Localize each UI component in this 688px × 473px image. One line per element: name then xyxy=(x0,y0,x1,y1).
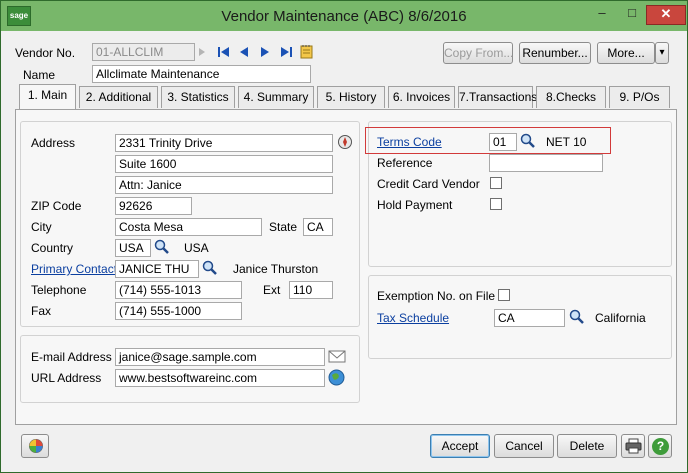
tab-invoices[interactable]: 6. Invoices xyxy=(388,86,455,108)
telephone-field[interactable]: (714) 555-1013 xyxy=(115,281,242,299)
primary-contact-link[interactable]: Primary Contact xyxy=(31,262,117,276)
map-compass-icon[interactable] xyxy=(337,134,353,150)
zip-code-field[interactable]: 92626 xyxy=(115,197,192,215)
main-tab-panel: Address 2331 Trinity Drive Suite 1600 At… xyxy=(15,109,677,425)
vendor-maintenance-window: sage Vendor Maintenance (ABC) 8/6/2016 –… xyxy=(0,0,688,473)
notes-icon[interactable] xyxy=(300,44,313,59)
contact-description: Janice Thurston xyxy=(233,262,319,276)
title-bar: sage Vendor Maintenance (ABC) 8/6/2016 –… xyxy=(1,1,687,31)
maximize-button[interactable]: □ xyxy=(619,5,645,23)
tab-pos[interactable]: 9. P/Os xyxy=(609,86,670,108)
tab-transactions[interactable]: 7.Transactions xyxy=(458,86,537,108)
window-title: Vendor Maintenance (ABC) 8/6/2016 xyxy=(221,8,467,25)
zip-code-label: ZIP Code xyxy=(31,199,82,213)
first-record-icon[interactable] xyxy=(217,46,230,58)
name-field[interactable]: Allclimate Maintenance xyxy=(92,65,311,83)
name-label: Name xyxy=(23,68,56,82)
terms-group: Terms Code 01 NET 10 Reference Credit Ca… xyxy=(365,121,672,267)
address-line2-field[interactable]: Suite 1600 xyxy=(115,155,333,173)
email-label: E-mail Address xyxy=(31,350,112,364)
tax-schedule-lookup-icon[interactable] xyxy=(569,309,585,325)
terms-code-field[interactable]: 01 xyxy=(489,133,517,151)
state-field[interactable]: CA xyxy=(303,218,333,236)
renumber-button[interactable]: Renumber... xyxy=(519,42,591,64)
country-description: USA xyxy=(184,241,209,255)
print-button[interactable] xyxy=(621,434,645,458)
terms-description: NET 10 xyxy=(546,135,587,149)
tab-checks[interactable]: 8.Checks xyxy=(536,86,606,108)
form-area: Vendor No. 01-ALLCLIM Copy From... Renum… xyxy=(7,31,681,467)
tax-group: Exemption No. on File Tax Schedule CA Ca… xyxy=(368,275,672,359)
hold-payment-label: Hold Payment xyxy=(377,198,453,212)
terms-code-link[interactable]: Terms Code xyxy=(377,135,442,149)
web-group: E-mail Address janice@sage.sample.com UR… xyxy=(20,335,360,403)
city-label: City xyxy=(31,220,52,234)
cancel-button[interactable]: Cancel xyxy=(494,434,554,458)
address-group: Address 2331 Trinity Drive Suite 1600 At… xyxy=(20,121,360,327)
country-lookup-icon[interactable] xyxy=(154,239,170,255)
accept-button[interactable]: Accept xyxy=(430,434,490,458)
tax-schedule-link[interactable]: Tax Schedule xyxy=(377,311,449,325)
tab-main[interactable]: 1. Main xyxy=(19,84,76,109)
customize-button[interactable] xyxy=(21,434,49,458)
address-line1-field[interactable]: 2331 Trinity Drive xyxy=(115,134,333,152)
vendor-no-label: Vendor No. xyxy=(15,46,76,60)
previous-record-icon[interactable] xyxy=(239,46,249,58)
terms-lookup-icon[interactable] xyxy=(520,133,536,149)
more-dropdown-button[interactable]: ▾ xyxy=(655,42,669,64)
more-button[interactable]: More... xyxy=(597,42,655,64)
copy-from-button[interactable]: Copy From... xyxy=(443,42,513,64)
close-button[interactable]: ✕ xyxy=(646,5,686,25)
ext-label: Ext xyxy=(263,283,281,297)
exemption-label: Exemption No. on File xyxy=(377,289,496,303)
printer-icon xyxy=(625,438,642,454)
contact-lookup-icon[interactable] xyxy=(202,260,218,276)
state-label: State xyxy=(269,220,298,234)
last-record-icon[interactable] xyxy=(280,46,293,58)
next-record-icon[interactable] xyxy=(260,46,270,58)
tab-statistics[interactable]: 3. Statistics xyxy=(161,86,235,108)
credit-card-vendor-label: Credit Card Vendor xyxy=(377,177,480,191)
email-envelope-icon[interactable] xyxy=(328,350,346,364)
bottom-toolbar: Accept Cancel Delete ? xyxy=(7,429,681,467)
country-label: Country xyxy=(31,241,74,255)
country-field[interactable]: USA xyxy=(115,239,151,257)
ext-field[interactable]: 110 xyxy=(289,281,333,299)
palette-icon xyxy=(29,439,43,453)
address-line3-field[interactable]: Attn: Janice xyxy=(115,176,333,194)
credit-card-vendor-checkbox[interactable] xyxy=(490,177,502,189)
city-field[interactable]: Costa Mesa xyxy=(115,218,262,236)
vendor-no-field[interactable]: 01-ALLCLIM xyxy=(92,43,195,61)
tab-history[interactable]: 5. History xyxy=(317,86,385,108)
fax-label: Fax xyxy=(31,304,52,318)
reference-field[interactable] xyxy=(489,154,603,172)
telephone-label: Telephone xyxy=(31,283,87,297)
tax-schedule-field[interactable]: CA xyxy=(494,309,565,327)
tab-summary[interactable]: 4. Summary xyxy=(238,86,314,108)
reference-label: Reference xyxy=(377,156,433,170)
tax-schedule-description: California xyxy=(595,311,646,325)
globe-icon[interactable] xyxy=(328,369,345,386)
help-button[interactable]: ? xyxy=(648,434,672,458)
fax-field[interactable]: (714) 555-1000 xyxy=(115,302,242,320)
delete-button[interactable]: Delete xyxy=(557,434,617,458)
tab-additional[interactable]: 2. Additional xyxy=(79,86,158,108)
url-label: URL Address xyxy=(31,371,102,385)
hold-payment-checkbox[interactable] xyxy=(490,198,502,210)
primary-contact-field[interactable]: JANICE THU xyxy=(115,260,199,278)
minimize-button[interactable]: – xyxy=(589,5,615,23)
url-field[interactable]: www.bestsoftwareinc.com xyxy=(115,369,325,387)
email-field[interactable]: janice@sage.sample.com xyxy=(115,348,325,366)
help-icon: ? xyxy=(652,438,669,455)
address-label: Address xyxy=(31,136,76,150)
exemption-checkbox[interactable] xyxy=(498,289,510,301)
lookup-arrow-icon[interactable] xyxy=(197,46,207,58)
